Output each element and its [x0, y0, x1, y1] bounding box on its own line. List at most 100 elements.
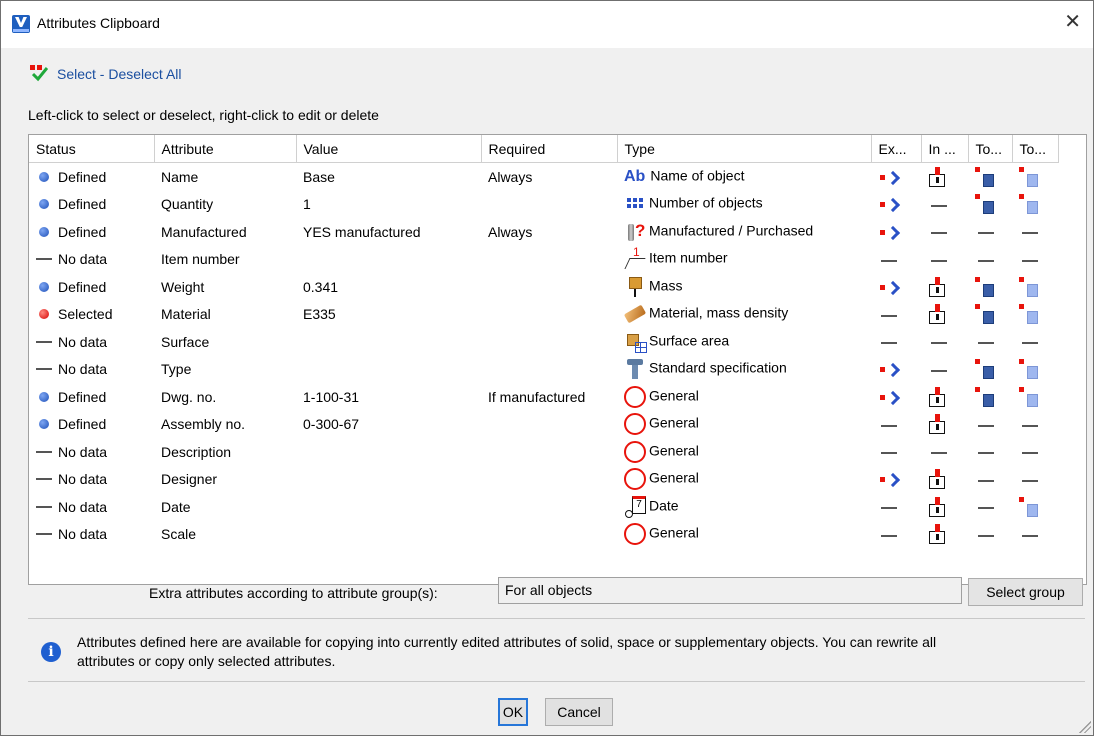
ok-button[interactable]: OK — [498, 698, 528, 726]
copy-to-light-icon[interactable] — [1019, 386, 1039, 407]
copy-to-icon[interactable] — [975, 194, 995, 215]
attribute-cell: Surface — [161, 333, 210, 350]
table-row[interactable]: Selected Material E335 Material, mass densi… — [29, 301, 1058, 329]
to-cell-2 — [1012, 411, 1058, 439]
column-header-7[interactable]: To... — [968, 135, 1013, 163]
export-arrow-icon[interactable] — [878, 198, 900, 212]
resize-grip[interactable] — [1079, 721, 1091, 733]
copy-to-light-icon[interactable] — [1019, 304, 1039, 325]
table-row[interactable]: No data Type Standard specification — [29, 356, 1058, 384]
table-row[interactable]: No data Date Date — [29, 493, 1058, 521]
column-header-0[interactable]: Status — [29, 135, 155, 163]
no-value-dash — [978, 452, 994, 455]
import-box-icon[interactable] — [928, 414, 946, 435]
standard-type-icon — [624, 358, 646, 380]
status-cell: Defined — [29, 383, 154, 411]
import-cell — [921, 466, 968, 494]
import-box-icon[interactable] — [928, 469, 946, 490]
defined-status-icon — [39, 391, 49, 402]
value-cell — [296, 438, 481, 466]
copy-to-light-icon[interactable] — [1019, 496, 1039, 517]
status-text: No data — [58, 333, 108, 350]
type-text: Surface area — [649, 332, 730, 349]
table-row[interactable]: No data Item number Item number — [29, 246, 1058, 274]
table-row[interactable]: No data Designer General — [29, 466, 1058, 494]
import-cell — [921, 438, 968, 466]
type-cell: Standard specification — [617, 356, 871, 384]
table-row[interactable]: Defined Assembly no. 0-300-67 General — [29, 411, 1058, 439]
to-cell-1 — [968, 356, 1012, 384]
column-header-3[interactable]: Required — [481, 135, 618, 163]
import-box-icon[interactable] — [928, 304, 946, 325]
table-row[interactable]: Defined Name Base Always Ab Name of object — [29, 163, 1058, 191]
copy-to-icon[interactable] — [975, 276, 995, 297]
to-cell-1 — [968, 273, 1012, 301]
close-icon[interactable]: ✕ — [1064, 11, 1081, 31]
copy-to-light-icon[interactable] — [1019, 359, 1039, 380]
import-box-icon[interactable] — [928, 524, 946, 545]
table-row[interactable]: No data Scale General — [29, 521, 1058, 549]
table-row[interactable]: Defined Weight 0.341 Mass — [29, 273, 1058, 301]
import-cell — [921, 218, 968, 246]
column-header-5[interactable]: Ex... — [871, 135, 922, 163]
export-arrow-icon[interactable] — [878, 473, 900, 487]
export-arrow-icon[interactable] — [878, 281, 900, 295]
type-text: General — [649, 442, 699, 459]
copy-to-icon[interactable] — [975, 386, 995, 407]
table-row[interactable]: Defined Quantity 1 Number of objects — [29, 191, 1058, 219]
no-value-dash — [1022, 342, 1038, 345]
required-cell: Always — [488, 168, 533, 185]
status-text: Defined — [58, 168, 107, 185]
select-deselect-all-link[interactable]: Select - Deselect All — [28, 62, 182, 86]
copy-to-icon[interactable] — [975, 304, 995, 325]
status-cell: Defined — [29, 273, 154, 301]
column-header-1[interactable]: Attribute — [154, 135, 297, 163]
to-cell-2 — [1012, 493, 1058, 521]
column-header-4[interactable]: Type — [617, 135, 872, 163]
attribute-group-field[interactable]: For all objects — [498, 577, 962, 604]
value-cell: E335 — [303, 306, 336, 323]
export-cell — [871, 411, 921, 439]
column-header-8[interactable]: To... — [1012, 135, 1059, 163]
to-cell-1 — [968, 246, 1012, 274]
export-arrow-icon[interactable] — [878, 226, 900, 240]
value-cell — [296, 328, 481, 356]
export-arrow-icon[interactable] — [878, 171, 900, 185]
to-cell-1 — [968, 191, 1012, 219]
item1-type-icon — [624, 246, 646, 270]
import-box-icon[interactable] — [928, 166, 946, 187]
attribute-cell: Manufactured — [161, 223, 247, 240]
export-cell — [871, 328, 921, 356]
copy-to-light-icon[interactable] — [1019, 194, 1039, 215]
import-box-icon[interactable] — [928, 496, 946, 517]
type-text: Item number — [649, 249, 728, 266]
copy-to-icon[interactable] — [975, 166, 995, 187]
export-arrow-icon[interactable] — [878, 363, 900, 377]
copy-to-icon[interactable] — [975, 359, 995, 380]
type-cell: General — [617, 438, 871, 466]
import-box-icon[interactable] — [928, 276, 946, 297]
type-text: Mass — [649, 277, 683, 294]
column-header-6[interactable]: In ... — [921, 135, 969, 163]
table-row[interactable]: No data Description General — [29, 438, 1058, 466]
select-group-button[interactable]: Select group — [968, 578, 1083, 606]
type-cell: General — [617, 521, 871, 549]
table-row[interactable]: No data Surface Surface area — [29, 328, 1058, 356]
attributes-clipboard-dialog: Attributes Clipboard ✕ Select - Deselect… — [0, 0, 1094, 736]
to-cell-2 — [1012, 301, 1058, 329]
value-cell: 0-300-67 — [303, 416, 360, 433]
extra-attributes-label: Extra attributes according to attribute … — [149, 585, 438, 601]
column-header-2[interactable]: Value — [296, 135, 482, 163]
copy-to-light-icon[interactable] — [1019, 166, 1039, 187]
to-cell-1 — [968, 438, 1012, 466]
no-value-dash — [1022, 452, 1038, 455]
no-value-dash — [978, 424, 994, 427]
table-row[interactable]: Defined Manufactured YES manufactured Alway… — [29, 218, 1058, 246]
export-arrow-icon[interactable] — [878, 391, 900, 405]
status-cell: Defined — [29, 163, 154, 191]
copy-to-light-icon[interactable] — [1019, 276, 1039, 297]
table-row[interactable]: Defined Dwg. no. 1-100-31 If manufactured Ge… — [29, 383, 1058, 411]
import-box-icon[interactable] — [928, 386, 946, 407]
cancel-button[interactable]: Cancel — [545, 698, 613, 726]
date-type-icon — [624, 495, 646, 518]
